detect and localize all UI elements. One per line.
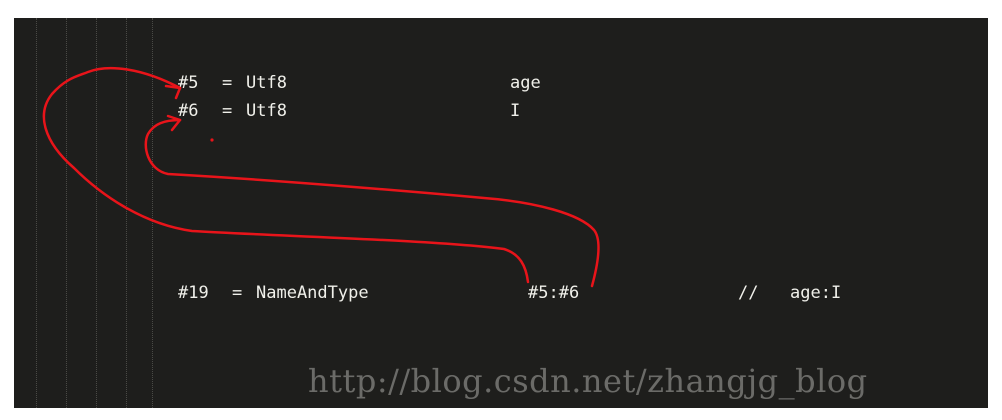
indent-guide <box>36 18 37 408</box>
value-I: I <box>510 101 521 121</box>
indent-guide <box>96 18 97 408</box>
equals-sign: = <box>232 283 243 303</box>
type-utf8: Utf8 <box>246 73 287 93</box>
indent-guide <box>152 18 153 408</box>
arrow-to-index-6 <box>144 118 600 288</box>
comment-marker: // <box>738 283 759 303</box>
watermark-url: http://blog.csdn.net/zhangjg_blog <box>308 362 868 400</box>
indent-guide <box>126 18 127 408</box>
equals-sign: = <box>222 101 233 121</box>
refs-5-6: #5:#6 <box>528 283 580 303</box>
pool-index-5: #5 <box>178 73 199 93</box>
pool-index-6: #6 <box>178 101 199 121</box>
ink-dot <box>210 138 214 142</box>
code-editor: #5 = Utf8 age #6 = Utf8 I #19 = NameAndT… <box>14 18 988 408</box>
comment-text: age:I <box>790 283 842 303</box>
equals-sign: = <box>222 73 233 93</box>
type-name-and-type: NameAndType <box>256 283 369 303</box>
type-utf8: Utf8 <box>246 101 287 121</box>
value-age: age <box>510 73 541 93</box>
pool-index-19: #19 <box>178 283 209 303</box>
annotation-overlay <box>42 66 600 288</box>
indent-guide <box>66 18 67 408</box>
